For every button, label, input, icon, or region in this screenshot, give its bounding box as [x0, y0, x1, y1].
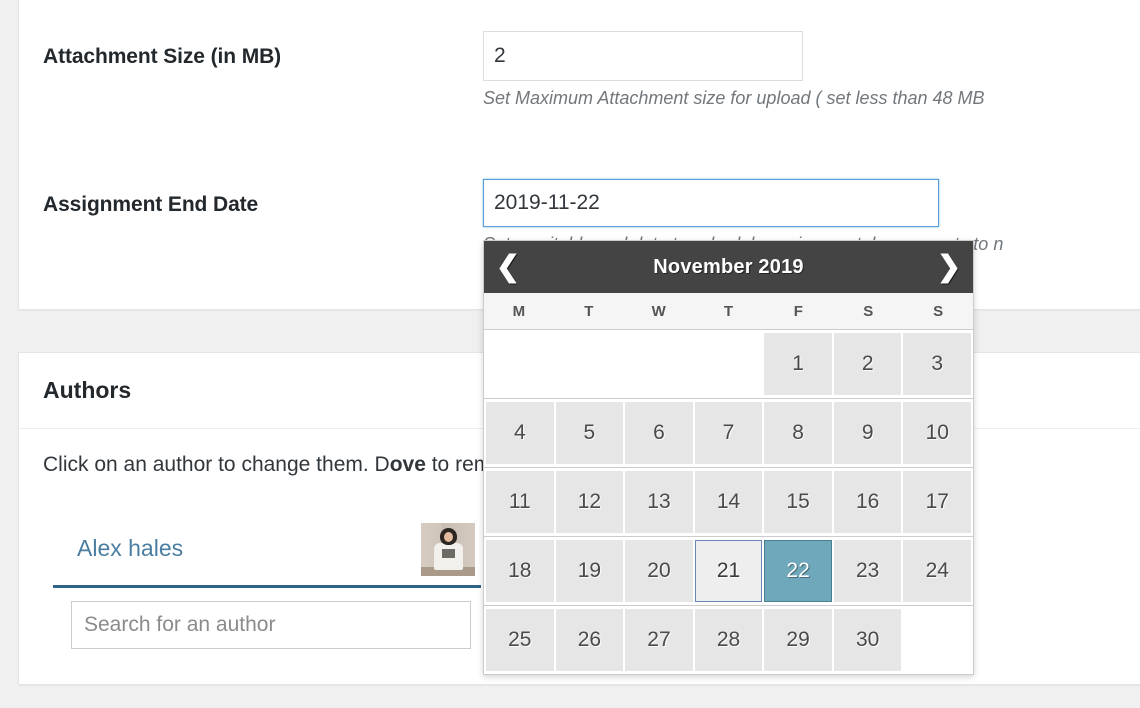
datepicker-day-7[interactable]: 7 — [694, 402, 763, 464]
author-search-input[interactable] — [71, 601, 471, 649]
datepicker-day-grid[interactable]: 1 2 3 4 5 6 7 8 9 10 11 12 13 14 15 16 17 18 19 20 21 22 23 24 2… — [484, 330, 973, 674]
avatar-shirt-print — [442, 549, 455, 558]
avatar-face — [444, 532, 453, 542]
assignment-end-date-control — [483, 179, 1128, 395]
datepicker-day-18[interactable]: 18 — [486, 540, 554, 602]
datepicker-day-26[interactable]: 26 — [555, 609, 624, 671]
datepicker-month-title: November 2019 — [653, 255, 804, 278]
datepicker-day-1[interactable]: 1 — [764, 333, 832, 395]
datepicker-day-23[interactable]: 23 — [833, 540, 902, 602]
datepicker-day-6[interactable]: 6 — [625, 402, 693, 464]
datepicker-empty-cell — [486, 333, 554, 395]
datepicker-day-28[interactable]: 28 — [694, 609, 763, 671]
attachment-size-label: Attachment Size (in MB) — [43, 45, 282, 68]
datepicker-day-9[interactable]: 9 — [833, 402, 902, 464]
datepicker-day-5[interactable]: 5 — [555, 402, 624, 464]
datepicker-day-22[interactable]: 22 — [764, 540, 832, 602]
datepicker-weekday-header: MTWTFSS — [484, 293, 973, 330]
attachment-size-control — [483, 31, 803, 81]
datepicker-day-29[interactable]: 29 — [764, 609, 832, 671]
datepicker-header: ❮ November 2019 ❯ — [484, 241, 973, 293]
datepicker-empty-cell — [556, 333, 624, 395]
assignment-end-date-label: Assignment End Date — [43, 193, 259, 216]
datepicker-day-4[interactable]: 4 — [486, 402, 554, 464]
datepicker-day-8[interactable]: 8 — [764, 402, 832, 464]
weekday-label-2: W — [651, 302, 666, 320]
datepicker-empty-cell — [695, 333, 763, 395]
datepicker-week-row: 4 5 6 7 8 9 10 — [484, 399, 973, 468]
author-name-link[interactable]: Alex hales — [77, 535, 183, 562]
assignment-end-date-input[interactable] — [483, 179, 939, 227]
datepicker-week-row: 18 19 20 21 22 23 24 — [484, 537, 973, 606]
attachment-size-input[interactable] — [483, 31, 803, 81]
datepicker-week-row: 11 12 13 14 15 16 17 — [484, 468, 973, 537]
datepicker-day-11[interactable]: 11 — [486, 471, 554, 533]
datepicker-day-15[interactable]: 15 — [764, 471, 832, 533]
datepicker-day-24[interactable]: 24 — [903, 540, 972, 602]
datepicker-day-10[interactable]: 10 — [903, 402, 972, 464]
datepicker-day-3[interactable]: 3 — [903, 333, 972, 395]
authors-instructions: Click on an author to change them. Dove … — [43, 453, 525, 477]
weekday-label-3: T — [723, 302, 734, 320]
weekday-label-5: S — [863, 302, 874, 320]
datepicker-day-19[interactable]: 19 — [555, 540, 624, 602]
weekday-label-0: M — [512, 302, 526, 320]
datepicker-day-16[interactable]: 16 — [833, 471, 902, 533]
author-entry[interactable]: Alex hales — [53, 523, 481, 588]
chevron-right-icon[interactable]: ❯ — [929, 247, 969, 287]
datepicker-week-row: 25 26 27 28 29 30 — [484, 606, 973, 674]
weekday-label-4: F — [793, 302, 803, 320]
datepicker-day-12[interactable]: 12 — [555, 471, 624, 533]
datepicker-empty-cell — [903, 609, 971, 671]
attachment-size-help-text: Set Maximum Attachment size for upload (… — [483, 88, 985, 108]
datepicker-popup[interactable]: ❮ November 2019 ❯ MTWTFSS 1 2 3 4 5 6 7 8 9 10 11 1… — [483, 240, 974, 675]
datepicker-day-27[interactable]: 27 — [625, 609, 693, 671]
datepicker-day-17[interactable]: 17 — [903, 471, 972, 533]
weekday-label-6: S — [933, 302, 944, 320]
author-avatar — [421, 523, 475, 576]
datepicker-day-14[interactable]: 14 — [694, 471, 763, 533]
chevron-left-icon[interactable]: ❮ — [488, 247, 528, 287]
datepicker-day-2[interactable]: 2 — [833, 333, 902, 395]
instructions-part-1: Click on an author to change them. D — [43, 453, 390, 476]
weekday-label-1: T — [584, 302, 594, 320]
datepicker-day-20[interactable]: 20 — [625, 540, 693, 602]
datepicker-day-13[interactable]: 13 — [625, 471, 693, 533]
datepicker-day-30[interactable]: 30 — [833, 609, 902, 671]
authors-heading: Authors — [43, 377, 132, 403]
datepicker-empty-cell — [625, 333, 693, 395]
datepicker-week-row: 123 — [484, 330, 973, 399]
datepicker-day-21[interactable]: 21 — [694, 540, 763, 602]
datepicker-day-25[interactable]: 25 — [486, 609, 554, 671]
instructions-bold-part: ove — [389, 453, 426, 476]
